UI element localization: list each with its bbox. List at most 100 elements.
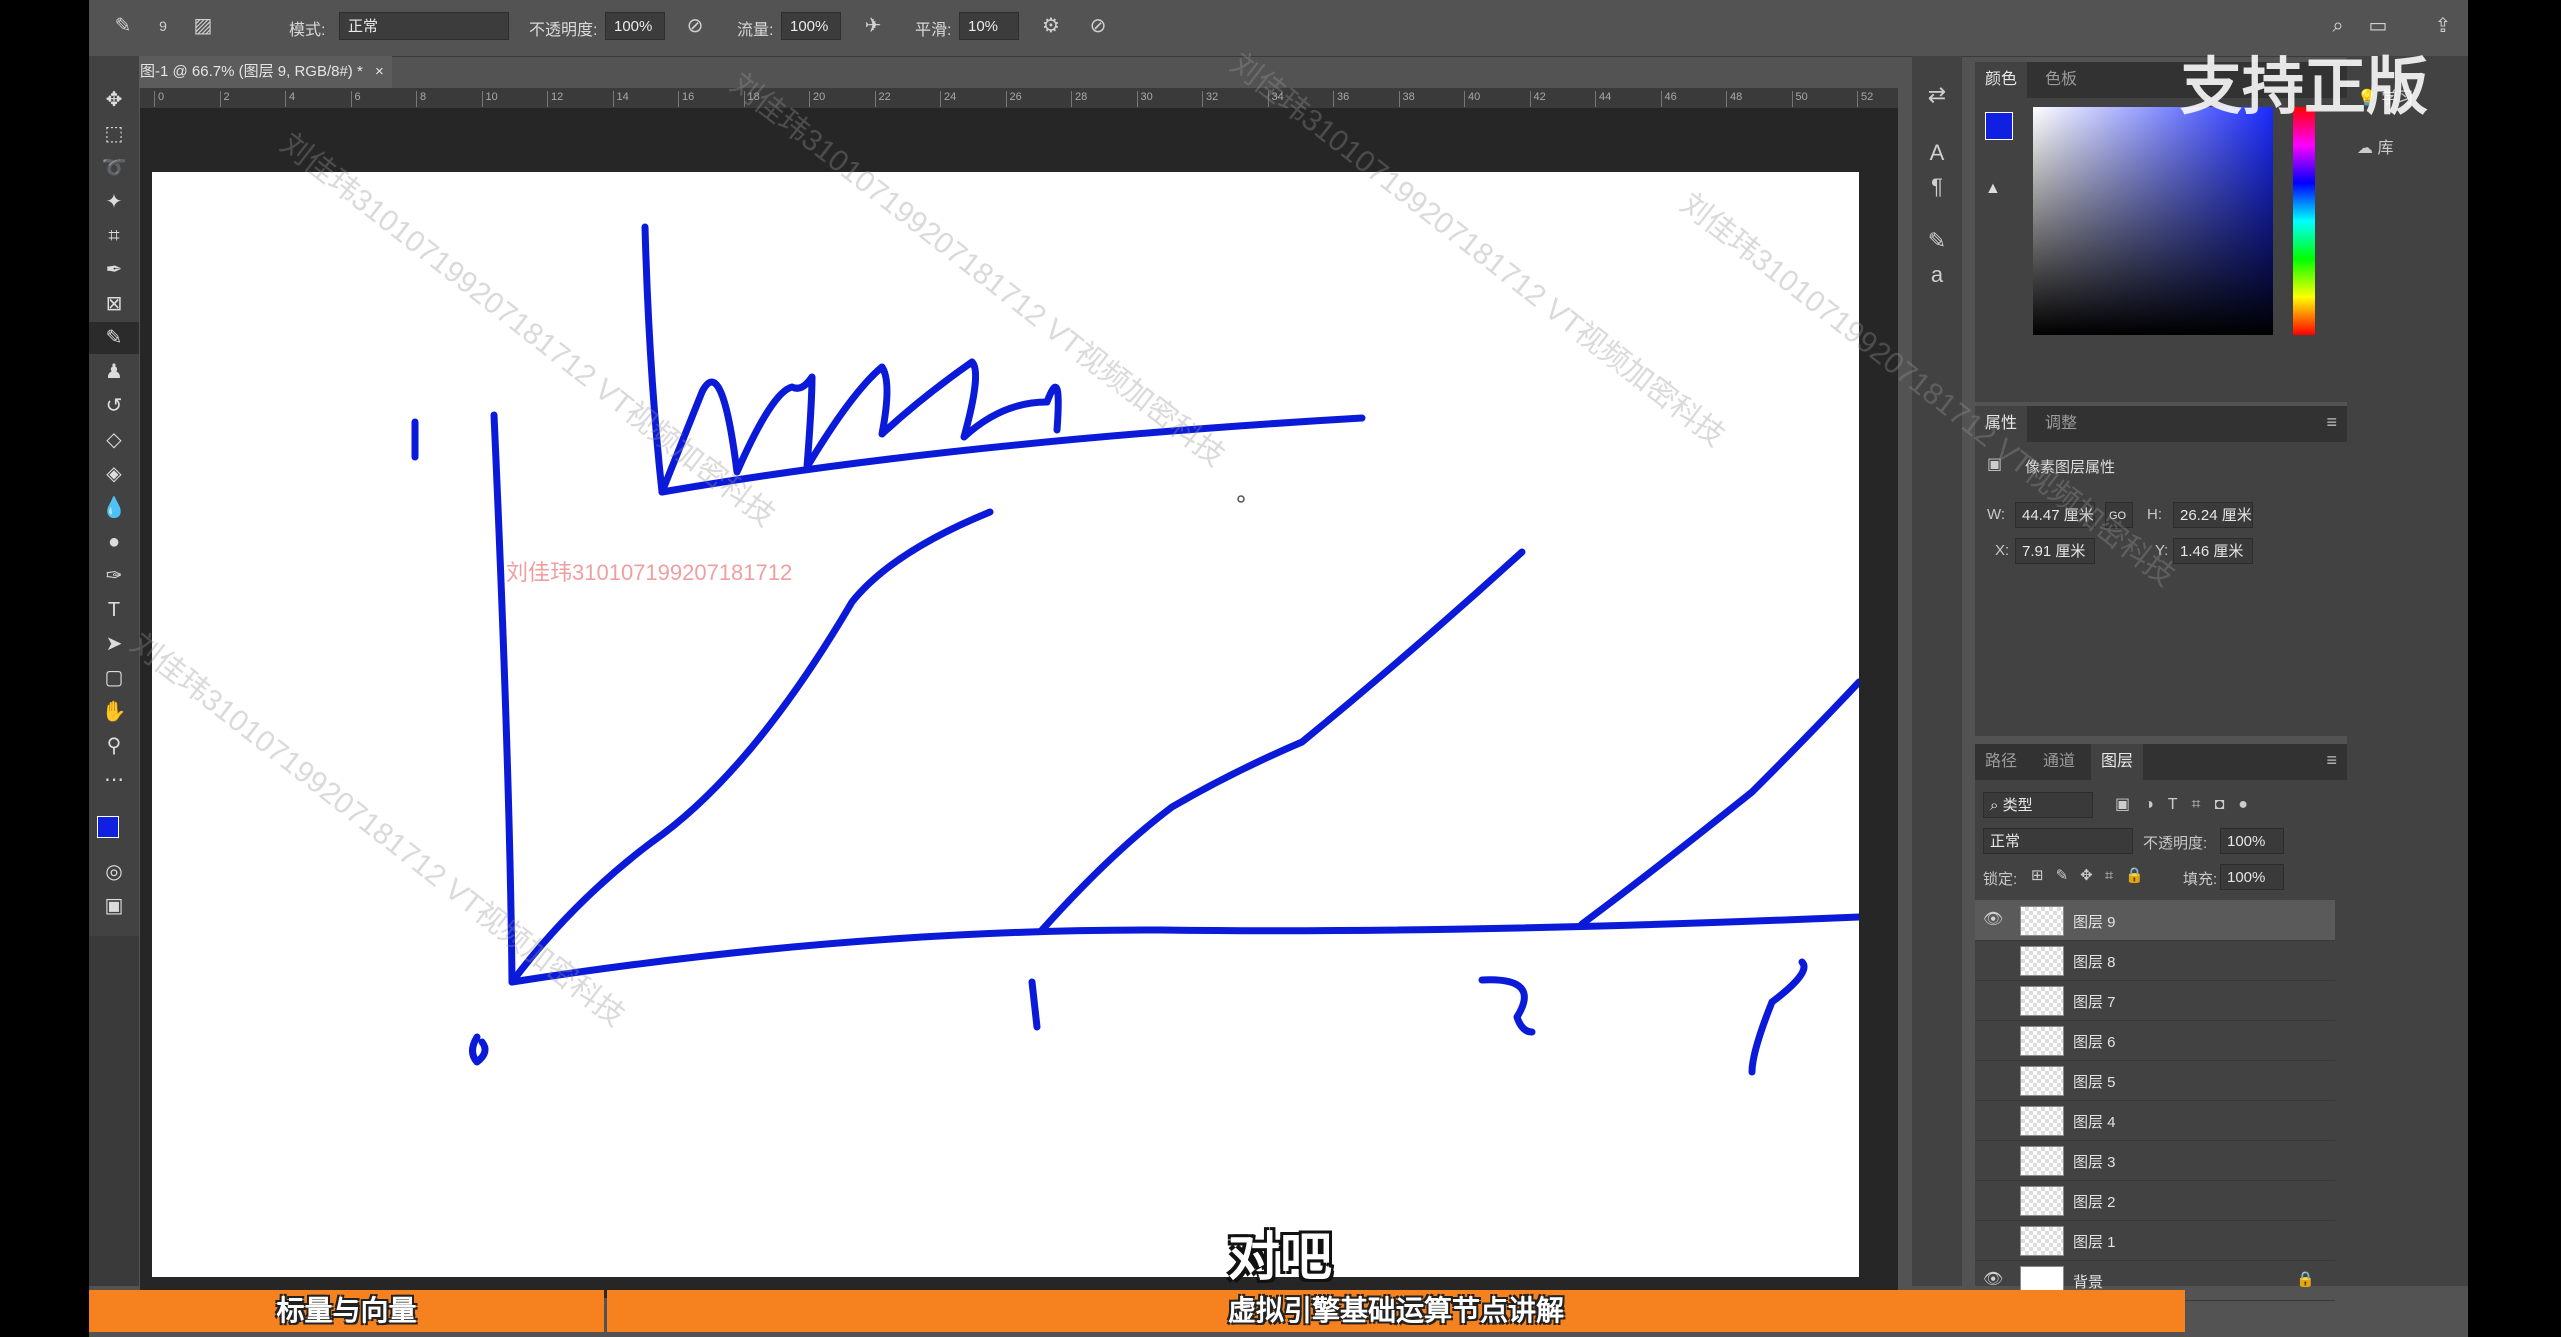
section-title-bar: 标量与向量 bbox=[89, 1290, 604, 1332]
height-input[interactable]: 26.24 厘米 bbox=[2173, 502, 2253, 528]
visibility-eye-icon[interactable] bbox=[1983, 950, 2003, 970]
layer-row[interactable]: 图层 8 bbox=[1975, 940, 2335, 981]
tab-color[interactable]: 颜色 bbox=[1975, 62, 2028, 98]
path-select-icon[interactable]: ➤ bbox=[89, 628, 139, 660]
magic-wand-tool-icon[interactable]: ✦ bbox=[89, 186, 139, 218]
stamp-tool-icon[interactable]: ♟ bbox=[89, 356, 139, 388]
visibility-eye-icon[interactable]: 👁 bbox=[1983, 910, 2003, 930]
visibility-eye-icon[interactable] bbox=[1983, 1110, 2003, 1130]
pressure-opacity-icon[interactable]: ⊘ bbox=[681, 12, 709, 40]
shape-tool-icon[interactable]: ▢ bbox=[89, 662, 139, 694]
visibility-eye-icon[interactable] bbox=[1983, 1030, 2003, 1050]
layer-row[interactable]: 👁 图层 9 bbox=[1975, 900, 2335, 941]
layer-row[interactable]: 图层 2 bbox=[1975, 1180, 2335, 1221]
visibility-eye-icon[interactable] bbox=[1983, 1230, 2003, 1250]
visibility-eye-icon[interactable] bbox=[1983, 990, 2003, 1010]
tab-layers[interactable]: 图层 bbox=[2091, 744, 2144, 780]
x-input[interactable]: 7.91 厘米 bbox=[2015, 538, 2095, 564]
lock-icons[interactable]: ⊞✎✥⌗🔒 bbox=[2031, 866, 2156, 884]
opacity-input[interactable]: 100% bbox=[605, 12, 665, 40]
glyphs-icon[interactable]: a bbox=[1912, 258, 1962, 292]
gear-icon[interactable]: ⚙ bbox=[1037, 12, 1065, 40]
paint-bucket-icon[interactable]: ◈ bbox=[89, 458, 139, 490]
hue-slider[interactable] bbox=[2293, 107, 2315, 335]
hand-tool-icon[interactable]: ✋ bbox=[89, 696, 139, 728]
zoom-tool-icon[interactable]: ⚲ bbox=[89, 730, 139, 762]
brush-size-picker[interactable]: 9 bbox=[149, 12, 177, 40]
brush-tool-icon[interactable]: ✎ bbox=[109, 12, 137, 40]
ruler-tick-label: 32 bbox=[1202, 91, 1218, 107]
brush-settings-panel-icon[interactable]: ✎ bbox=[1912, 224, 1962, 258]
fill-input[interactable]: 100% bbox=[2220, 864, 2284, 890]
filter-icons[interactable]: ▣◑T⌗◘● bbox=[2115, 794, 2262, 814]
filter-value: 类型 bbox=[2002, 797, 2033, 814]
visibility-eye-icon[interactable] bbox=[1983, 1150, 2003, 1170]
layer-row[interactable]: 图层 7 bbox=[1975, 980, 2335, 1021]
layer-row[interactable]: 图层 6 bbox=[1975, 1020, 2335, 1061]
layer-name: 图层 6 bbox=[2073, 1034, 2116, 1051]
frame-tool-icon[interactable]: ⊠ bbox=[89, 288, 139, 320]
visibility-eye-icon[interactable] bbox=[1983, 1070, 2003, 1090]
pressure-size-icon[interactable]: ⊘ bbox=[1084, 12, 1112, 40]
flow-input[interactable]: 100% bbox=[781, 12, 841, 40]
properties-header: 像素图层属性 bbox=[2025, 459, 2116, 476]
visibility-eye-icon[interactable]: 👁 bbox=[1983, 1270, 2003, 1290]
layers-menu-icon[interactable]: ≡ bbox=[2326, 750, 2337, 771]
close-icon[interactable]: × bbox=[375, 63, 384, 80]
quick-mask-icon[interactable]: ◎ bbox=[89, 856, 139, 888]
document-tab[interactable]: 图-1 @ 66.7% (图层 9, RGB/8#) * × bbox=[130, 56, 392, 88]
layer-name: 图层 3 bbox=[2073, 1154, 2116, 1171]
smoothing-input[interactable]: 10% bbox=[959, 12, 1019, 40]
pen-tool-icon[interactable]: ✑ bbox=[89, 560, 139, 592]
layer-thumbnail bbox=[2020, 986, 2064, 1016]
marquee-tool-icon[interactable]: ⬚ bbox=[89, 118, 139, 150]
panel-menu-icon[interactable]: ≡ bbox=[2326, 412, 2337, 433]
mode-select[interactable]: 正常 bbox=[339, 12, 509, 40]
more-tools-icon[interactable]: ⋯ bbox=[89, 764, 139, 796]
width-input[interactable]: 44.47 厘米 bbox=[2015, 502, 2095, 528]
section-title: 标量与向量 bbox=[276, 1295, 417, 1326]
blend-mode-select[interactable]: 正常 bbox=[1983, 828, 2133, 854]
airbrush-icon[interactable]: ✈ bbox=[859, 12, 887, 40]
foreground-color-chip[interactable] bbox=[1985, 112, 2013, 140]
layer-row[interactable]: 图层 3 bbox=[1975, 1140, 2335, 1181]
brush-settings-icon[interactable]: ▨ bbox=[189, 12, 217, 40]
layer-row[interactable]: 图层 4 bbox=[1975, 1100, 2335, 1141]
layer-opacity-input[interactable]: 100% bbox=[2220, 828, 2284, 854]
foreground-color-swatch[interactable] bbox=[97, 816, 119, 838]
link-dimensions-button[interactable]: GO bbox=[2105, 502, 2133, 528]
visibility-eye-icon[interactable] bbox=[1983, 1190, 2003, 1210]
blur-tool-icon[interactable]: 💧 bbox=[89, 492, 139, 524]
eraser-tool-icon[interactable]: ◇ bbox=[89, 424, 139, 456]
canvas[interactable]: 刘佳玮3101071992071817​12 bbox=[152, 172, 1859, 1277]
tab-properties[interactable]: 属性 bbox=[1975, 406, 2028, 442]
share-icon[interactable]: ⇪ bbox=[2429, 12, 2457, 40]
character-icon[interactable]: A bbox=[1912, 136, 1962, 170]
dodge-tool-icon[interactable]: ● bbox=[89, 526, 139, 558]
tab-paths[interactable]: 路径 bbox=[1975, 744, 2027, 780]
move-tool-icon[interactable]: ✥ bbox=[89, 84, 139, 116]
lasso-tool-icon[interactable]: ➰ bbox=[89, 152, 139, 184]
ruler-tick-label: 44 bbox=[1595, 91, 1611, 107]
screen-mode-icon[interactable]: ▣ bbox=[89, 890, 139, 922]
history-brush-icon[interactable]: ↺ bbox=[89, 390, 139, 422]
history-icon[interactable]: ⇄ bbox=[1912, 78, 1962, 112]
crop-tool-icon[interactable]: ⌗ bbox=[89, 220, 139, 252]
brush-tool-selected-icon[interactable]: ✎ bbox=[89, 322, 139, 354]
layer-row[interactable]: 图层 1 bbox=[1975, 1220, 2335, 1261]
ruler-tick-label: 8 bbox=[416, 91, 426, 107]
layer-filter-select[interactable]: ⌕ 类型 bbox=[1983, 792, 2093, 818]
tab-swatches[interactable]: 色板 bbox=[2035, 62, 2087, 98]
y-axis-stroke bbox=[490, 411, 516, 986]
cursor-circle bbox=[1237, 495, 1245, 503]
eyedropper-tool-icon[interactable]: ✒ bbox=[89, 254, 139, 286]
type-tool-icon[interactable]: T bbox=[89, 594, 139, 626]
color-field[interactable] bbox=[2033, 107, 2273, 335]
paragraph-icon[interactable]: ¶ bbox=[1912, 170, 1962, 204]
library-button[interactable]: ☁ 库 bbox=[2357, 134, 2393, 158]
layer-thumbnail bbox=[2020, 1186, 2064, 1216]
tab-adjustments[interactable]: 调整 bbox=[2035, 406, 2087, 442]
y-input[interactable]: 1.46 厘米 bbox=[2173, 538, 2253, 564]
layer-row[interactable]: 图层 5 bbox=[1975, 1060, 2335, 1101]
tab-channels[interactable]: 通道 bbox=[2033, 744, 2085, 780]
